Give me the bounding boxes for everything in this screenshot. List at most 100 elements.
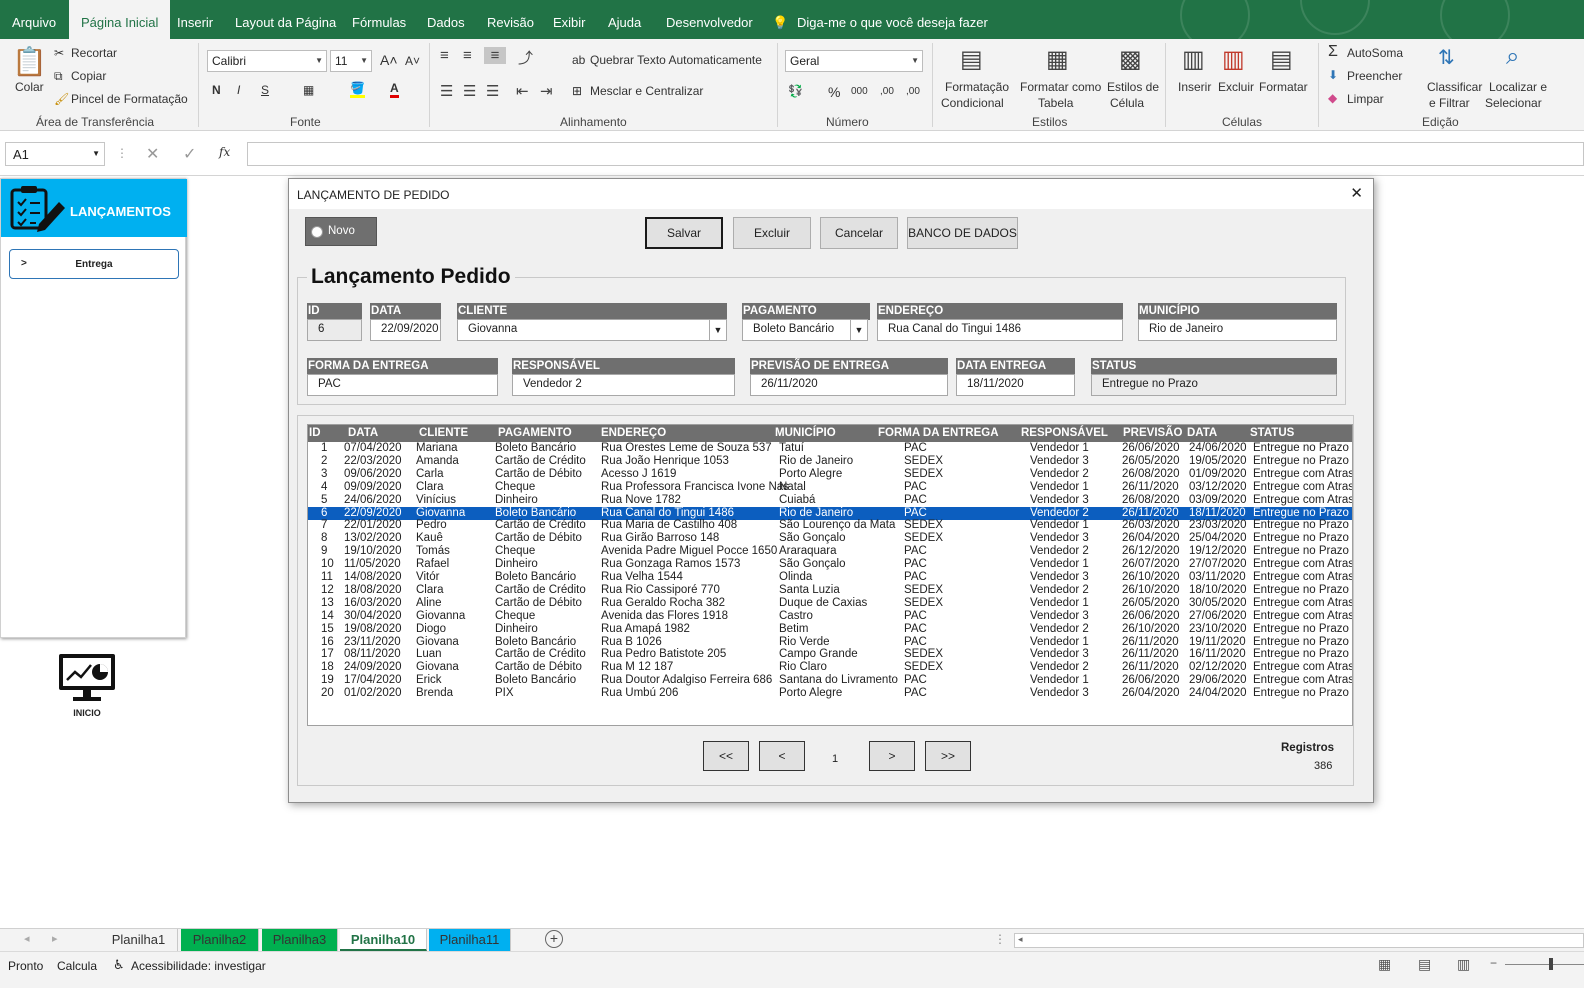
- fill-button[interactable]: Preencher: [1347, 69, 1402, 83]
- conditional-format-label-1[interactable]: Formatação: [945, 80, 1009, 94]
- page-break-icon[interactable]: ▥: [1457, 956, 1470, 973]
- scissors-icon[interactable]: ✂: [54, 46, 64, 60]
- search-icon[interactable]: ⌕: [1506, 43, 1519, 71]
- tab-ajuda[interactable]: Ajuda: [608, 0, 641, 39]
- cancel-icon[interactable]: ✕: [146, 144, 159, 164]
- list-row[interactable]: 13 16/03/2020 Aline Cartão de Débito Rua Ger…: [308, 597, 1352, 610]
- delivery-date-field[interactable]: 18/11/2020: [956, 374, 1075, 396]
- tab-inserir[interactable]: Inserir: [177, 0, 213, 39]
- zoom-slider-thumb[interactable]: [1549, 958, 1553, 970]
- list-row[interactable]: 19 17/04/2020 Erick Boleto Bancário Rua Dout…: [308, 674, 1352, 687]
- find-select-label-1[interactable]: Localizar e: [1489, 80, 1547, 94]
- merge-center-button[interactable]: Mesclar e Centralizar: [590, 84, 703, 98]
- chevron-down-icon[interactable]: ▼: [709, 320, 726, 340]
- scroll-right-icon[interactable]: ▸: [52, 932, 58, 945]
- list-row[interactable]: 15 19/08/2020 Diogo Dinheiro Rua Amapá 1982 B…: [308, 623, 1352, 636]
- tab-desenvolvedor[interactable]: Desenvolvedor: [666, 0, 753, 39]
- sheet-tab[interactable]: Planilha10: [340, 929, 427, 951]
- autosum-icon[interactable]: Σ: [1328, 43, 1338, 61]
- autosum-button[interactable]: AutoSoma: [1347, 46, 1403, 60]
- font-color-icon[interactable]: A: [390, 81, 399, 98]
- brush-icon[interactable]: 🖌: [54, 92, 69, 106]
- delete-cells-icon[interactable]: ▥: [1222, 45, 1245, 74]
- increase-indent-icon[interactable]: ⇥: [540, 82, 553, 100]
- insert-cells-icon[interactable]: ▥: [1182, 45, 1205, 74]
- date-field[interactable]: 22/09/2020: [370, 319, 441, 341]
- tab-layout[interactable]: Layout da Página: [235, 0, 336, 39]
- fill-color-icon[interactable]: 🪣: [350, 81, 365, 98]
- zoom-out-icon[interactable]: −: [1490, 956, 1497, 970]
- sheet-tab[interactable]: Planilha1: [100, 929, 178, 951]
- wrap-text-icon[interactable]: ab: [572, 53, 585, 67]
- status-calc[interactable]: Calcula: [57, 959, 97, 973]
- scroll-left-icon[interactable]: ◂: [24, 932, 30, 945]
- tab-exibir[interactable]: Exibir: [553, 0, 586, 39]
- responsible-field[interactable]: Vendedor 2: [512, 374, 735, 396]
- paste-icon[interactable]: 📋: [12, 45, 47, 78]
- format-table-icon[interactable]: ▦: [1046, 45, 1069, 74]
- accessibility-icon[interactable]: ♿: [113, 957, 125, 973]
- font-size-combo[interactable]: 11 ▼: [330, 50, 372, 72]
- list-row[interactable]: 17 08/11/2020 Luan Cartão de Crédito Rua Ped…: [308, 648, 1352, 661]
- list-row[interactable]: 5 24/06/2020 Vinícius Dinheiro Rua Nove 1782…: [308, 494, 1352, 507]
- copy-button[interactable]: Copiar: [71, 69, 106, 83]
- city-field[interactable]: Rio de Janeiro: [1138, 319, 1337, 341]
- list-row[interactable]: 12 18/08/2020 Clara Cartão de Crédito Rua Ri…: [308, 584, 1352, 597]
- cell-styles-label-2[interactable]: Célula: [1110, 96, 1144, 110]
- horizontal-scrollbar[interactable]: ◂: [1014, 933, 1584, 948]
- list-row[interactable]: 14 30/04/2020 Giovanna Cheque Avenida das Fl…: [308, 610, 1352, 623]
- scroll-left-icon[interactable]: ◂: [1018, 934, 1023, 945]
- first-page-button[interactable]: <<: [703, 741, 749, 771]
- tab-revisao[interactable]: Revisão: [487, 0, 534, 39]
- clear-button[interactable]: Limpar: [1347, 92, 1384, 106]
- sheet-tab[interactable]: Planilha11: [429, 929, 511, 951]
- paste-button[interactable]: Colar: [15, 80, 44, 94]
- align-center-icon[interactable]: ☰: [463, 82, 476, 100]
- format-cells-button[interactable]: Formatar: [1259, 80, 1308, 94]
- conditional-format-icon[interactable]: ▤: [960, 45, 983, 74]
- list-row[interactable]: 6 22/09/2020 Giovanna Boleto Bancário Rua Ca…: [308, 506, 1352, 520]
- align-left-icon[interactable]: ☰: [440, 82, 453, 100]
- confirm-icon[interactable]: ✓: [183, 144, 196, 164]
- format-painter-button[interactable]: Pincel de Formatação: [71, 92, 188, 106]
- number-format-combo[interactable]: Geral ▼: [785, 50, 923, 72]
- list-row[interactable]: 8 13/02/2020 Kauê Cartão de Débito Rua Girão…: [308, 532, 1352, 545]
- eraser-icon[interactable]: ◆: [1328, 91, 1337, 105]
- cut-button[interactable]: Recortar: [71, 46, 117, 60]
- inicio-button[interactable]: INICIO: [55, 652, 119, 722]
- list-row[interactable]: 7 22/01/2020 Pedro Cartão de Crédito Rua Mar…: [308, 519, 1352, 532]
- entrega-button[interactable]: > Entrega: [9, 249, 179, 279]
- radio-icon[interactable]: [311, 226, 323, 238]
- formula-input[interactable]: [247, 142, 1584, 166]
- delivery-field[interactable]: PAC: [307, 374, 498, 396]
- page-layout-icon[interactable]: ▤: [1418, 956, 1431, 973]
- insert-cells-button[interactable]: Inserir: [1178, 80, 1211, 94]
- currency-icon[interactable]: 💱: [788, 84, 803, 98]
- database-button[interactable]: BANCO DE DADOS: [907, 217, 1018, 249]
- tab-arquivo[interactable]: Arquivo: [12, 0, 56, 39]
- thousands-button[interactable]: 000: [851, 86, 868, 97]
- address-field[interactable]: Rua Canal do Tingui 1486: [877, 319, 1123, 341]
- conditional-format-label-2[interactable]: Condicional: [941, 96, 1004, 110]
- delete-cells-button[interactable]: Excluir: [1218, 80, 1254, 94]
- align-middle-icon[interactable]: ≡: [463, 47, 472, 64]
- next-page-button[interactable]: >: [869, 741, 915, 771]
- cell-styles-icon[interactable]: ▩: [1119, 45, 1142, 74]
- list-row[interactable]: 3 09/06/2020 Carla Cartão de Débito Acesso J…: [308, 468, 1352, 481]
- list-row[interactable]: 4 09/09/2020 Clara Cheque Rua Professora Fra…: [308, 481, 1352, 494]
- insert-function-icon[interactable]: fx: [219, 145, 230, 159]
- grow-font-icon[interactable]: A˄: [380, 52, 398, 68]
- list-row[interactable]: 1 07/04/2020 Mariana Boleto Bancário Rua Ore…: [308, 442, 1352, 455]
- orders-listbox[interactable]: ID DATA CLIENTE PAGAMENTO ENDEREÇO MUNIC…: [307, 424, 1353, 726]
- list-row[interactable]: 9 19/10/2020 Tomás Cheque Avenida Padre Migu…: [308, 545, 1352, 558]
- align-bottom-icon[interactable]: ≡: [484, 47, 506, 64]
- sheet-tab[interactable]: Planilha2: [181, 929, 259, 951]
- name-box[interactable]: A1 ▼: [5, 142, 105, 166]
- tell-me-search[interactable]: Diga-me o que você deseja fazer: [797, 0, 988, 39]
- decrease-indent-icon[interactable]: ⇤: [516, 82, 529, 100]
- wrap-text-button[interactable]: Quebrar Texto Automaticamente: [590, 53, 762, 67]
- italic-button[interactable]: I: [237, 83, 240, 97]
- merge-icon[interactable]: ⊞: [572, 84, 582, 98]
- list-row[interactable]: 18 24/09/2020 Giovana Cartão de Débito Rua M…: [308, 661, 1352, 674]
- find-select-label-2[interactable]: Selecionar: [1485, 96, 1542, 110]
